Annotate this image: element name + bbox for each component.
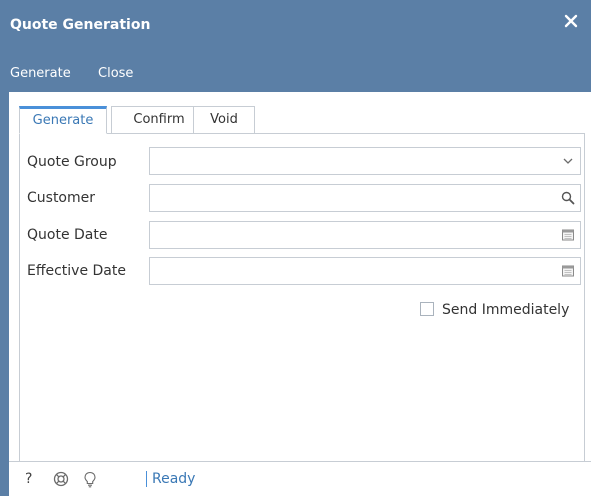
generate-button[interactable]: Generate: [10, 66, 71, 82]
close-icon[interactable]: [563, 13, 579, 29]
quote-group-label: Quote Group: [27, 154, 117, 170]
quote-date-input[interactable]: [150, 222, 562, 248]
calendar-icon[interactable]: [556, 258, 580, 284]
window-title: Quote Generation: [10, 17, 151, 33]
tab-generate[interactable]: Generate: [19, 106, 107, 134]
effective-date-label: Effective Date: [27, 263, 126, 279]
send-immediately-checkbox[interactable]: [420, 302, 434, 316]
toolbar: Generate Close: [0, 52, 591, 92]
status-text: Ready: [152, 471, 196, 487]
customer-input[interactable]: [150, 185, 562, 211]
close-button[interactable]: Close: [98, 66, 133, 82]
status-separator: [146, 471, 147, 487]
tab-void[interactable]: Void: [193, 106, 255, 134]
quote-group-select[interactable]: [149, 147, 581, 175]
chevron-down-icon[interactable]: [556, 148, 580, 174]
effective-date-field[interactable]: [149, 257, 581, 285]
lifebuoy-icon[interactable]: [53, 471, 69, 491]
quote-date-field[interactable]: [149, 221, 581, 249]
calendar-icon[interactable]: [556, 222, 580, 248]
search-icon[interactable]: [556, 185, 580, 211]
help-icon[interactable]: ?: [25, 470, 32, 488]
send-immediately-label: Send Immediately: [442, 302, 570, 318]
status-bar: ? Ready: [9, 461, 591, 496]
quote-group-input[interactable]: [150, 148, 562, 174]
customer-label: Customer: [27, 190, 96, 206]
customer-field[interactable]: [149, 184, 581, 212]
effective-date-input[interactable]: [150, 258, 562, 284]
title-bar: Quote Generation: [0, 0, 591, 52]
quote-date-label: Quote Date: [27, 227, 108, 243]
lightbulb-icon[interactable]: [83, 471, 97, 492]
